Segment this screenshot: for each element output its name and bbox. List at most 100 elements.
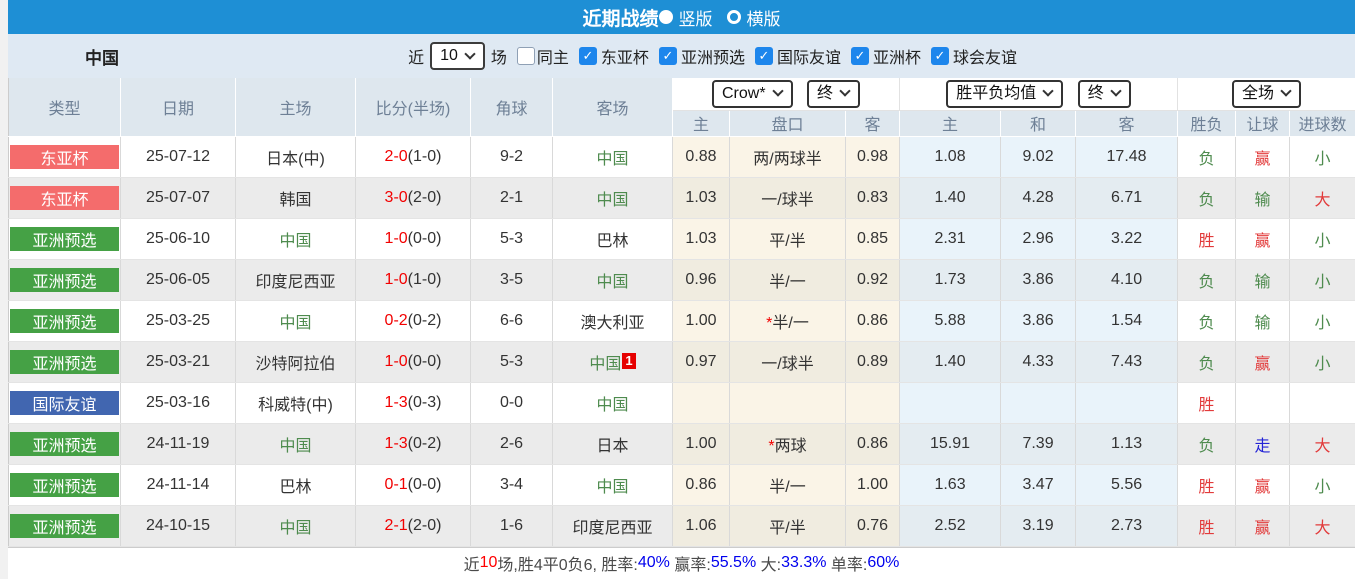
mean-time-select[interactable]: 终 — [1078, 80, 1131, 108]
result-cell: 负 — [1178, 259, 1236, 300]
competition-label-2: 国际友谊 — [777, 44, 841, 68]
match-row: 亚洲预选25-06-05印度尼西亚1-0(1-0)3-5中国0.96半/一0.9… — [9, 259, 1355, 300]
competition-checkbox-4[interactable]: ✓ — [931, 47, 949, 65]
odds-company-select[interactable]: Crow* — [712, 80, 793, 108]
match-row: 东亚杯25-07-12日本(中)2-0(1-0)9-2中国0.88两/两球半0.… — [9, 136, 1355, 177]
competition-checkboxes: ✓东亚杯✓亚洲预选✓国际友谊✓亚洲杯✓球会友谊 — [569, 44, 1017, 68]
subcol-odds-away: 客 — [846, 110, 900, 136]
recent-label: 近 — [408, 44, 424, 68]
mean-away-cell — [1076, 382, 1178, 423]
competition-label-3: 亚洲杯 — [873, 44, 921, 68]
match-row: 亚洲预选25-03-21沙特阿拉伯1-0(0-0)5-3中国10.97一/球半0… — [9, 341, 1355, 382]
titlebar: 近期战绩竖版 横版 — [8, 0, 1355, 34]
match-type-cell: 亚洲预选 — [9, 341, 121, 382]
home-odds-cell: 1.00 — [673, 423, 730, 464]
corner-cell: 3-5 — [471, 259, 553, 300]
handicap-cell: *半/一 — [730, 300, 846, 341]
horizontal-radio-label[interactable]: 横版 — [747, 5, 781, 30]
scope-select[interactable]: 全场 — [1232, 80, 1301, 108]
col-header-away: 客场 — [553, 78, 673, 136]
result-cell: 负 — [1178, 300, 1236, 341]
summary-segment: 60% — [867, 554, 899, 572]
goals-result-cell: 小 — [1290, 136, 1355, 177]
goals-result-cell — [1290, 382, 1355, 423]
handicap-result-cell: 赢 — [1236, 218, 1290, 259]
summary-segment: 40% — [638, 554, 670, 572]
mean-draw-cell: 4.33 — [1001, 341, 1076, 382]
subcol-odds-home: 主 — [673, 110, 730, 136]
mean-home-cell — [900, 382, 1001, 423]
mean-home-cell: 15.91 — [900, 423, 1001, 464]
handicap-result-cell: 输 — [1236, 259, 1290, 300]
mean-home-cell: 1.40 — [900, 177, 1001, 218]
competition-checkbox-3[interactable]: ✓ — [851, 47, 869, 65]
handicap-cell: 半/一 — [730, 464, 846, 505]
chevron-down-icon — [1280, 86, 1291, 97]
handicap-result-cell: 赢 — [1236, 136, 1290, 177]
away-odds-cell: 1.00 — [846, 464, 900, 505]
mean-type-select[interactable]: 胜平负均值 — [946, 80, 1063, 108]
away-team-cell: 中国 — [553, 259, 673, 300]
handicap-result-cell: 输 — [1236, 177, 1290, 218]
summary-segment: 33.3% — [781, 554, 826, 572]
result-cell: 胜 — [1178, 218, 1236, 259]
goals-result-cell: 小 — [1290, 259, 1355, 300]
page-title: 近期战绩 — [582, 4, 658, 31]
mean-home-cell: 1.73 — [900, 259, 1001, 300]
col-header-type: 类型 — [9, 78, 121, 136]
handicap-cell — [730, 382, 846, 423]
home-odds-cell: 0.96 — [673, 259, 730, 300]
same-home-checkbox[interactable] — [517, 47, 535, 65]
competition-badge: 亚洲预选 — [10, 309, 119, 333]
result-cell: 负 — [1178, 177, 1236, 218]
home-odds-cell: 0.97 — [673, 341, 730, 382]
match-type-cell: 国际友谊 — [9, 382, 121, 423]
mean-away-cell: 3.22 — [1076, 218, 1178, 259]
score-cell: 1-0(0-0) — [356, 341, 471, 382]
mean-draw-cell: 7.39 — [1001, 423, 1076, 464]
goals-result-cell: 小 — [1290, 218, 1355, 259]
competition-checkbox-1[interactable]: ✓ — [659, 47, 677, 65]
match-row: 亚洲预选24-11-19中国1-3(0-2)2-6日本1.00*两球0.8615… — [9, 423, 1355, 464]
horizontal-radio[interactable] — [727, 10, 741, 24]
home-odds-cell: 1.00 — [673, 300, 730, 341]
vertical-radio-label[interactable]: 竖版 — [679, 5, 713, 30]
odds-time-select[interactable]: 终 — [807, 80, 860, 108]
away-odds-cell: 0.76 — [846, 505, 900, 546]
corner-cell: 5-3 — [471, 218, 553, 259]
home-team-cell: 科威特(中) — [236, 382, 356, 423]
match-row: 亚洲预选24-10-15中国2-1(2-0)1-6印度尼西亚1.06平/半0.7… — [9, 505, 1355, 546]
away-team-cell: 中国1 — [553, 341, 673, 382]
away-odds-cell: 0.85 — [846, 218, 900, 259]
subcol-mean-away: 客 — [1076, 110, 1178, 136]
competition-checkbox-0[interactable]: ✓ — [579, 47, 597, 65]
away-team-cell: 印度尼西亚 — [553, 505, 673, 546]
away-odds-cell: 0.89 — [846, 341, 900, 382]
subcol-result: 胜负 — [1178, 110, 1236, 136]
col-header-score: 比分(半场) — [356, 78, 471, 136]
vertical-radio[interactable] — [659, 10, 673, 24]
match-type-cell: 亚洲预选 — [9, 464, 121, 505]
home-odds-cell — [673, 382, 730, 423]
away-team-cell: 中国 — [553, 382, 673, 423]
match-row: 亚洲预选25-03-25中国0-2(0-2)6-6澳大利亚1.00*半/一0.8… — [9, 300, 1355, 341]
handicap-result-cell: 赢 — [1236, 505, 1290, 546]
competition-label-4: 球会友谊 — [953, 44, 1017, 68]
competition-label-1: 亚洲预选 — [681, 44, 745, 68]
chevron-down-icon — [1043, 86, 1054, 97]
competition-checkbox-2[interactable]: ✓ — [755, 47, 773, 65]
score-cell: 2-0(1-0) — [356, 136, 471, 177]
match-date-cell: 25-03-25 — [121, 300, 236, 341]
result-cell: 负 — [1178, 341, 1236, 382]
away-team-cell: 巴林 — [553, 218, 673, 259]
result-cell: 胜 — [1178, 382, 1236, 423]
summary-segment: 近 — [464, 551, 480, 575]
score-cell: 1-0(1-0) — [356, 259, 471, 300]
results-table: 类型 日期 主场 比分(半场) 角球 客场 Crow* 终 胜平负均值 终 全场 — [8, 78, 1355, 547]
recent-count-select[interactable]: 10 — [430, 42, 485, 70]
match-type-cell: 亚洲预选 — [9, 300, 121, 341]
handicap-result-cell — [1236, 382, 1290, 423]
handicap-result-cell: 赢 — [1236, 464, 1290, 505]
goals-result-cell: 大 — [1290, 505, 1355, 546]
home-team-cell: 巴林 — [236, 464, 356, 505]
